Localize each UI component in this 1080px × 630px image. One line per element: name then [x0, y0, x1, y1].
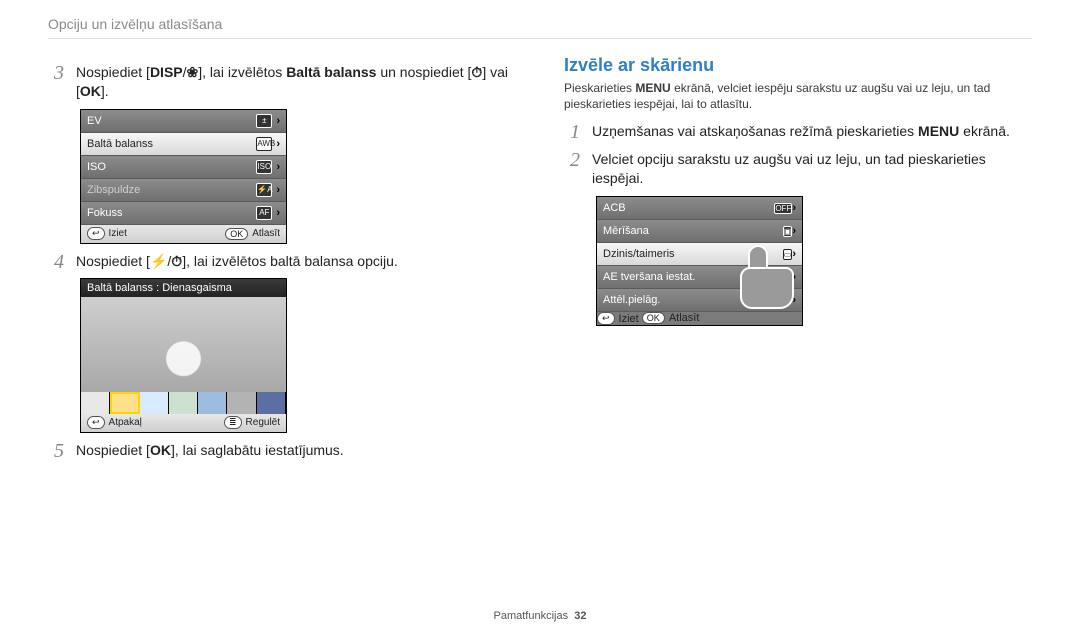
- menu-row-iso[interactable]: ISO ISO›: [81, 156, 286, 179]
- step-text: Nospiediet [OK], lai saglabātu iestatīju…: [76, 441, 516, 460]
- iso-icon: ISO: [256, 160, 272, 174]
- acb-off-icon: OFF: [774, 203, 792, 214]
- step-number: 2: [564, 150, 586, 170]
- step-number: 3: [48, 63, 70, 83]
- timer-icon: ⏱: [171, 253, 182, 269]
- disp-icon: DISP: [150, 64, 183, 80]
- page-header: Opciju un izvēlņu atlasīšana: [48, 16, 1032, 39]
- flash-icon: ⚡: [150, 253, 167, 269]
- timer-icon: ⏱: [471, 64, 482, 80]
- soft-key-select[interactable]: OKAtlasīt: [225, 228, 280, 240]
- step-number: 5: [48, 441, 70, 461]
- soft-key-adjust[interactable]: ≣Regulēt: [224, 416, 280, 429]
- step-text: Uzņemšanas vai atskaņošanas režīmā piesk…: [592, 122, 1032, 141]
- touch-row-metering[interactable]: Mērīšana ▣›: [597, 220, 802, 243]
- touch-row-acb[interactable]: ACB OFF›: [597, 197, 802, 220]
- touch-soft-select[interactable]: OKAtlasīt: [642, 312, 700, 324]
- awb-icon: AWB: [256, 137, 272, 151]
- step-number: 4: [48, 252, 70, 272]
- menu-row-focus[interactable]: Fokuss AF›: [81, 202, 286, 225]
- step-text: Nospiediet [⚡/⏱], lai izvēlētos baltā ba…: [76, 252, 516, 271]
- wb-swatches[interactable]: [81, 392, 286, 414]
- wb-photo-preview: [81, 297, 286, 392]
- ok-icon: OK: [80, 83, 101, 99]
- menu-icon: MENU: [918, 123, 959, 139]
- metering-icon: ▣: [783, 226, 793, 237]
- right-column: Izvēle ar skārienu Pieskarieties MENU ek…: [564, 55, 1032, 467]
- step-text: Nospiediet [DISP/❀], lai izvēlētos Baltā…: [76, 63, 516, 101]
- drive-icon: ▭: [783, 249, 793, 260]
- touch-row-ae-area[interactable]: AE tveršana iestat. ⎁›: [597, 266, 802, 289]
- touch-row-drive[interactable]: Dzinis/taimeris ▭›: [597, 243, 802, 266]
- page-footer: Pamatfunkcijas 32: [0, 610, 1080, 622]
- touch-row-image-adj[interactable]: Attēl.pielāg. ›: [597, 289, 802, 312]
- wb-swatch-selected[interactable]: [110, 392, 139, 414]
- step-number: 1: [564, 122, 586, 142]
- menu-icon: MENU: [635, 81, 670, 95]
- soft-key-back[interactable]: ↩Iziet: [87, 227, 127, 240]
- section-heading: Izvēle ar skārienu: [564, 55, 1032, 76]
- ev-icon: ±: [256, 114, 272, 128]
- left-column: 3 Nospiediet [DISP/❀], lai izvēlētos Bal…: [48, 55, 516, 467]
- touch-soft-back[interactable]: ↩Iziet: [597, 312, 639, 325]
- flower-icon: ❀: [187, 64, 199, 80]
- camera-menu-screenshot: EV ±› Baltā balanss AWB› ISO ISO› Zibspu…: [80, 109, 287, 244]
- step-text: Velciet opciju sarakstu uz augšu vai uz …: [592, 150, 1032, 188]
- menu-row-flash[interactable]: Zibspuldze ⚡A›: [81, 179, 286, 202]
- af-icon: AF: [256, 206, 272, 220]
- section-intro: Pieskarieties MENU ekrānā, velciet iespē…: [564, 80, 1032, 112]
- ok-icon: OK: [150, 442, 171, 458]
- wb-title: Baltā balanss : Dienasgaisma: [81, 279, 286, 297]
- soft-key-back2[interactable]: ↩Atpakaļ: [87, 416, 142, 429]
- menu-row-ev[interactable]: EV ±›: [81, 110, 286, 133]
- menu-row-wb[interactable]: Baltā balanss AWB›: [81, 133, 286, 156]
- wb-preview-screenshot: Baltā balanss : Dienasgaisma ↩Atpakaļ ≣R…: [80, 278, 287, 433]
- touch-menu-screenshot: ACB OFF› Mērīšana ▣› Dzinis/taimeris ▭› …: [596, 196, 803, 326]
- flash-icon: ⚡A: [256, 183, 272, 197]
